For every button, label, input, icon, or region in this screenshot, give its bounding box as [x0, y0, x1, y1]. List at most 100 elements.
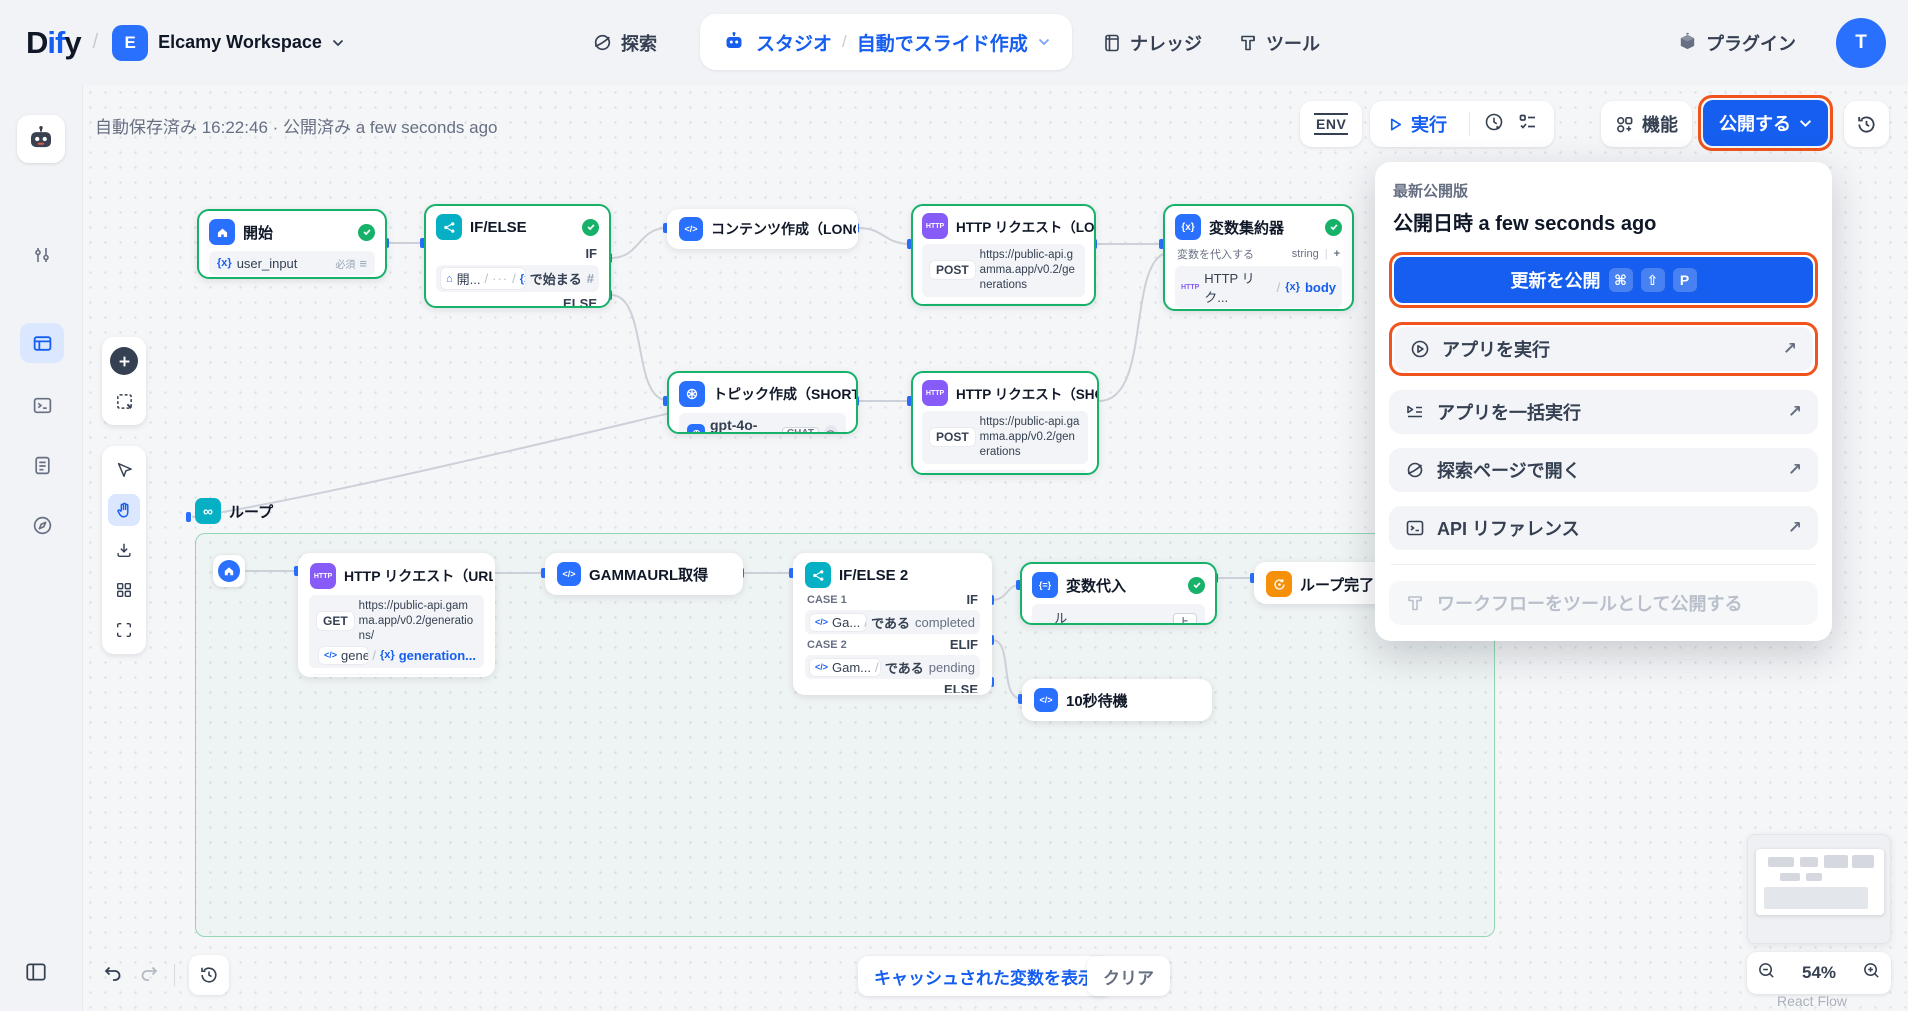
zoom-level[interactable]: 54% — [1802, 963, 1836, 983]
minimap[interactable] — [1747, 834, 1891, 944]
version-history-button[interactable] — [1844, 101, 1889, 147]
show-cached-variables-button[interactable]: キャッシュされた変数を表示 — [858, 956, 1111, 996]
add-variable-icon[interactable]: + — [1334, 248, 1340, 260]
ref-node: Gam... — [832, 660, 871, 675]
export-button[interactable] — [108, 534, 140, 566]
menu-item-batch-run[interactable]: アプリを一括実行 ↗ — [1389, 390, 1818, 434]
chat-mode-badge: CHAT — [782, 427, 819, 435]
success-check-icon — [358, 224, 375, 241]
menu-item-label: ワークフローをツールとして公開する — [1437, 590, 1742, 616]
method-badge: POST — [930, 261, 975, 279]
workspace-name: Elcamy Workspace — [158, 32, 322, 53]
canvas-tools-palette — [102, 446, 146, 654]
clear-button[interactable]: クリア — [1087, 956, 1170, 996]
overwrite-badge: 上書き — [1173, 613, 1197, 625]
add-node-button[interactable] — [108, 345, 140, 377]
undo-button[interactable] — [102, 962, 124, 989]
loop-node-header[interactable]: ∞ ループ — [195, 498, 273, 524]
node-gammaurl[interactable]: </> GAMMAURL取得 — [545, 553, 743, 595]
fit-view-button[interactable] — [108, 614, 140, 646]
run-label: 実行 — [1411, 111, 1447, 137]
node-http-short[interactable]: HTTP HTTP リクエスト（SHORT_VER） POST https://… — [911, 371, 1099, 475]
sidebar-item-orchestrate[interactable] — [20, 235, 64, 275]
checklist-icon[interactable] — [1512, 112, 1544, 137]
ref-node: 開... — [457, 269, 481, 288]
app-sidebar — [0, 85, 83, 1011]
update-publish-highlight: 更新を公開 ⌘ ⇧ P — [1389, 252, 1818, 308]
run-history-icon[interactable] — [1484, 112, 1504, 137]
zoom-out-button[interactable] — [1757, 961, 1776, 985]
change-history-button[interactable] — [189, 955, 229, 995]
sidebar-item-logs[interactable] — [20, 445, 64, 485]
condition-row: </> Gam... /···/ {x}s... である pending — [805, 655, 980, 679]
http-icon: HTTP — [310, 563, 336, 589]
code-icon: </> — [557, 562, 581, 586]
node-content-long[interactable]: </> コンテンツ作成（LONG_VER） — [667, 209, 858, 249]
breadcrumb-separator: / — [842, 32, 847, 52]
features-label: 機能 — [1642, 111, 1678, 137]
publish-button[interactable]: 公開する — [1703, 100, 1828, 146]
aggregated-variable-row: HTTP HTTP リク... / {x}body — [1175, 266, 1342, 308]
ref-variable: generation... — [399, 648, 476, 663]
operator: で始まる — [530, 269, 582, 288]
home-icon — [209, 219, 235, 245]
eye-icon[interactable] — [824, 425, 838, 434]
menu-item-api-reference[interactable]: API リファレンス ↗ — [1389, 506, 1818, 550]
sidebar-item-terminal[interactable] — [20, 385, 64, 425]
run-toolbar-group: 実行 — [1370, 101, 1554, 147]
nav-knowledge[interactable]: ナレッジ — [1102, 30, 1202, 56]
if-label: IF — [585, 246, 597, 261]
node-variable-aggregator[interactable]: {x} 変数集約器 変数を代入する string | + HTTP HTTP リ… — [1163, 204, 1354, 311]
type-label: string — [1292, 248, 1319, 260]
node-if-else[interactable]: IF/ELSE IF ⌂ 開... /···/ {x} user_in... で… — [424, 204, 611, 308]
nav-plugins[interactable]: プラグイン — [1677, 30, 1796, 56]
node-if-else-2[interactable]: IF/ELSE 2 CASE 1 IF </> Ga... /···/ {x}s… — [793, 553, 992, 695]
menu-item-open-explore[interactable]: 探索ページで開く ↗ — [1389, 448, 1818, 492]
loop-start-node[interactable] — [213, 555, 245, 587]
branch-icon — [436, 214, 462, 240]
redo-button[interactable] — [138, 962, 160, 989]
node-variable-assign[interactable]: {=} 変数代入 ∞ ループ / {x}gammaUrl 上書き — [1020, 562, 1217, 625]
add-note-button[interactable] — [108, 385, 140, 417]
features-button[interactable]: 機能 — [1601, 101, 1692, 147]
variable-icon: {x} — [520, 273, 525, 285]
panel-left-icon — [24, 960, 48, 984]
node-wait-10s[interactable]: </> 10秒待機 — [1022, 679, 1212, 721]
sidebar-item-workflow[interactable] — [20, 323, 64, 363]
node-title: 変数代入 — [1066, 575, 1126, 596]
node-http-long[interactable]: HTTP HTTP リクエスト（LONG_VER） POST https://p… — [911, 204, 1096, 306]
node-start[interactable]: 開始 {x} user_input 必須≡ — [197, 209, 387, 279]
node-title: HTTP リクエスト（URL取得） — [344, 566, 495, 586]
nav-explore[interactable]: 探索 — [592, 30, 657, 56]
model-row: gpt-4o-mini CHAT — [679, 413, 846, 434]
dify-logo[interactable]: Dify — [26, 25, 81, 61]
pointer-tool-button[interactable] — [108, 454, 140, 486]
workspace-selector[interactable]: E Elcamy Workspace — [112, 25, 344, 61]
env-variables-button[interactable]: ENV — [1300, 101, 1362, 147]
loop-end-icon — [1266, 571, 1292, 597]
nav-tools[interactable]: ツール — [1238, 30, 1320, 56]
update-publish-button[interactable]: 更新を公開 ⌘ ⇧ P — [1394, 257, 1813, 303]
run-button[interactable]: 実行 — [1380, 111, 1455, 137]
sidebar-item-monitoring[interactable] — [20, 505, 64, 545]
layout-grid-icon — [115, 581, 133, 599]
node-topic-short[interactable]: トピック作成（SHORT_VER） gpt-4o-mini CHAT — [667, 371, 858, 434]
hand-icon — [115, 501, 133, 519]
p-key: P — [1673, 268, 1697, 292]
studio-label: スタジオ — [756, 29, 832, 56]
workspace-badge: E — [112, 25, 148, 61]
scope-name: ループ — [1054, 608, 1071, 625]
organize-nodes-button[interactable] — [108, 574, 140, 606]
request-url: https://public-api.gamma.app/v0.2/genera… — [359, 599, 476, 644]
collapse-sidebar-button[interactable] — [24, 960, 48, 989]
chevron-down-icon — [1799, 119, 1812, 128]
menu-item-run-app[interactable]: アプリを実行 ↗ — [1394, 327, 1813, 371]
plugins-icon — [1677, 32, 1698, 53]
node-http-get-url[interactable]: HTTP HTTP リクエスト（URL取得） GET https://publi… — [298, 553, 495, 677]
hand-tool-button[interactable] — [108, 494, 140, 526]
zoom-in-button[interactable] — [1862, 961, 1881, 985]
user-avatar[interactable]: T — [1836, 18, 1886, 68]
method-badge: GET — [317, 612, 354, 630]
nav-studio-breadcrumb[interactable]: スタジオ / 自動でスライド作成 — [700, 14, 1072, 70]
app-avatar[interactable] — [17, 115, 65, 163]
